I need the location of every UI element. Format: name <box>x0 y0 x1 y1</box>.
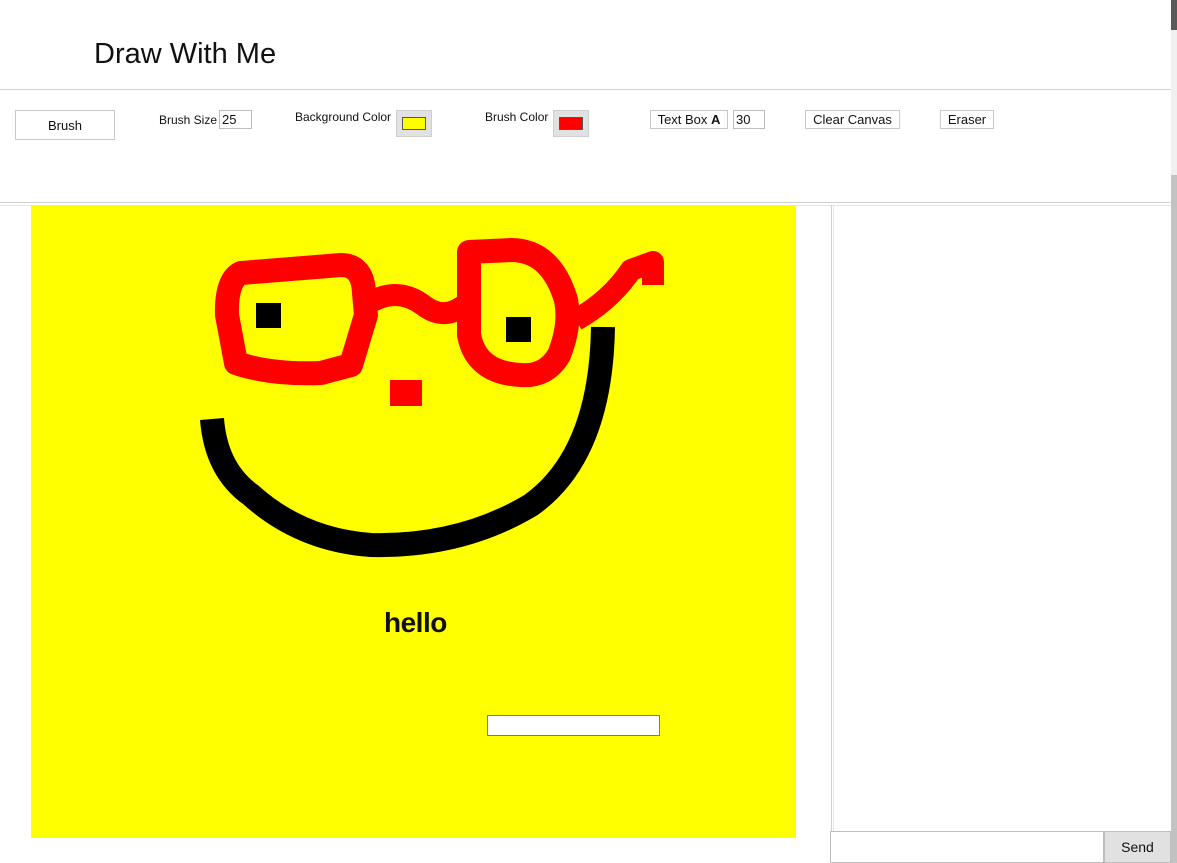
page-title: Draw With Me <box>94 38 277 70</box>
right-eye <box>506 317 531 342</box>
glasses-bridge <box>355 284 480 324</box>
drawing-canvas[interactable]: hello <box>31 205 796 838</box>
header-divider <box>0 89 1171 90</box>
brush-size-label: Brush Size <box>159 113 218 127</box>
glasses-left-lens <box>214 253 378 386</box>
brush-size-input[interactable] <box>219 110 252 129</box>
brush-color-swatch <box>559 117 583 130</box>
drawing-layer <box>200 238 664 558</box>
text-box-label: Text Box <box>657 112 708 127</box>
canvas-text-input[interactable] <box>487 715 660 736</box>
eraser-button[interactable]: Eraser <box>940 110 994 129</box>
background-color-label: Background Color <box>295 110 392 124</box>
glasses-right-lens <box>457 238 580 388</box>
text-icon: A <box>711 112 721 127</box>
text-size-input[interactable] <box>733 110 765 129</box>
chat-input[interactable] <box>830 831 1104 863</box>
brush-color-picker[interactable] <box>553 110 589 137</box>
left-eye <box>256 303 281 328</box>
toolbar-divider <box>0 202 1171 203</box>
canvas-text: hello <box>384 607 447 638</box>
brush-button[interactable]: Brush <box>15 110 115 140</box>
background-color-picker[interactable] <box>396 110 432 137</box>
brush-color-label: Brush Color <box>485 110 549 124</box>
background-color-swatch <box>402 117 426 130</box>
glasses-temple <box>570 251 664 330</box>
nose <box>390 380 422 406</box>
scrollbar-thumb[interactable] <box>1171 175 1177 863</box>
panel-divider <box>831 205 832 833</box>
scroll-up-arrow[interactable] <box>1171 0 1177 30</box>
chat-panel <box>834 206 1171 831</box>
clear-canvas-button[interactable]: Clear Canvas <box>805 110 900 129</box>
text-box-button[interactable]: Text Box A <box>650 110 728 129</box>
send-button[interactable]: Send <box>1104 831 1171 863</box>
